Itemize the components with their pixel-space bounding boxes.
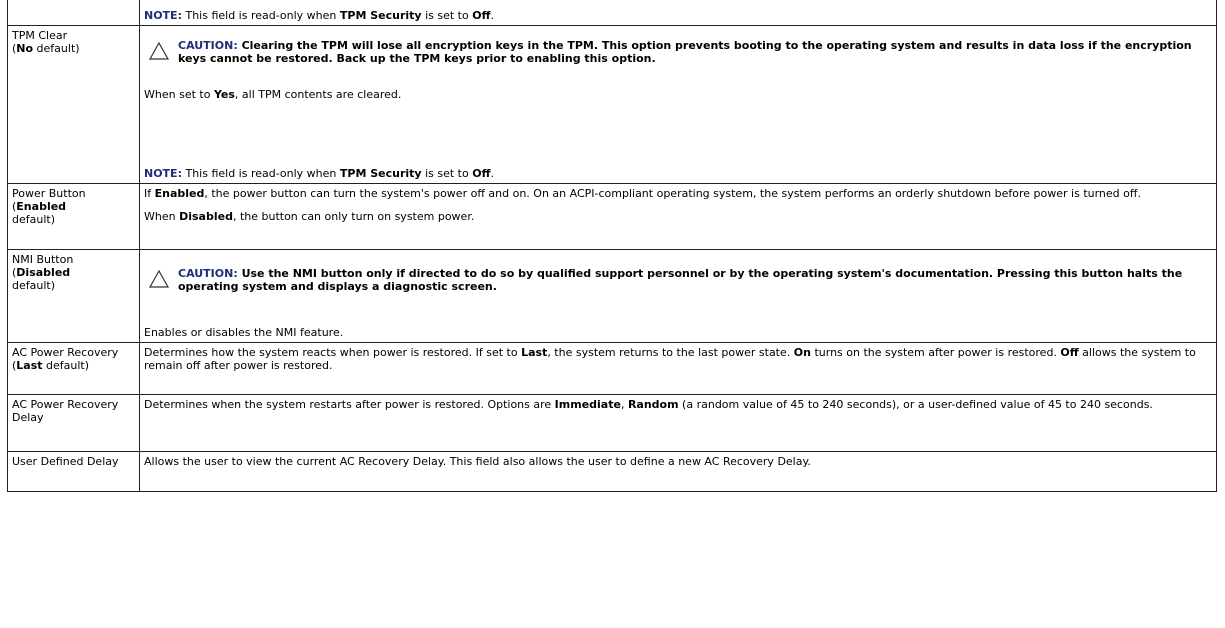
default-suffix: default) bbox=[12, 213, 55, 226]
paragraph: When Disabled, the button can only turn … bbox=[144, 210, 1212, 223]
note-text: . bbox=[490, 9, 495, 22]
option-name: AC Power Recovery Delay bbox=[12, 398, 119, 424]
option-description-cell: Allows the user to view the current AC R… bbox=[139, 451, 1217, 492]
text: , the system returns to the last power s… bbox=[547, 346, 794, 359]
default-suffix: default) bbox=[33, 42, 80, 55]
table-row: Power Button (Enabled default) If Enable… bbox=[7, 183, 1217, 250]
option-name-cell: TPM Clear (No default) bbox=[7, 25, 140, 184]
note-text: This field is read-only when bbox=[181, 9, 340, 22]
option-name-cell: AC Power Recovery Delay bbox=[7, 394, 140, 452]
table-row: AC Power Recovery Delay Determines when … bbox=[7, 394, 1217, 452]
default-suffix: default) bbox=[42, 359, 90, 372]
paragraph: If Enabled, the power button can turn th… bbox=[144, 187, 1212, 200]
note-text: is set to bbox=[421, 167, 473, 180]
note-bold: Off bbox=[472, 167, 491, 180]
caution-body: Clearing the TPM will lose all encryptio… bbox=[178, 39, 1192, 65]
paragraph: When set to Yes, all TPM contents are cl… bbox=[144, 88, 1212, 101]
text-bold: Random bbox=[627, 398, 679, 411]
table-row: NOTE: This field is read-only when TPM S… bbox=[7, 0, 1217, 26]
note-text: . bbox=[490, 167, 495, 180]
option-description-cell: NOTE: This field is read-only when TPM S… bbox=[139, 0, 1217, 26]
text: Determines how the system reacts when po… bbox=[144, 346, 522, 359]
caution-text: CAUTION: Use the NMI button only if dire… bbox=[178, 267, 1212, 293]
caution-block: CAUTION: Use the NMI button only if dire… bbox=[144, 267, 1212, 293]
default-value: No bbox=[16, 42, 34, 55]
text-bold: Yes bbox=[213, 88, 235, 101]
text: Enables or disables the NMI feature. bbox=[144, 326, 344, 339]
caution-triangle-icon bbox=[148, 41, 170, 60]
option-description-cell: Determines when the system restarts afte… bbox=[139, 394, 1217, 452]
note-line: NOTE: This field is read-only when TPM S… bbox=[144, 9, 494, 22]
table-row: TPM Clear (No default) CAUTION: Clearing… bbox=[7, 25, 1217, 184]
caution-text: CAUTION: Clearing the TPM will lose all … bbox=[178, 39, 1212, 65]
text-bold: Enabled bbox=[154, 187, 205, 200]
note-bold: TPM Security bbox=[339, 9, 422, 22]
text: , all TPM contents are cleared. bbox=[234, 88, 402, 101]
text: Allows the user to view the current AC R… bbox=[144, 455, 811, 468]
bios-options-table: NOTE: This field is read-only when TPM S… bbox=[7, 0, 1217, 492]
option-name-cell: Power Button (Enabled default) bbox=[7, 183, 140, 250]
default-suffix: default) bbox=[12, 279, 55, 292]
option-name: User Defined Delay bbox=[12, 455, 119, 468]
caution-body: Use the NMI button only if directed to d… bbox=[178, 267, 1183, 293]
option-name-cell bbox=[7, 0, 140, 26]
note-text: This field is read-only when bbox=[181, 167, 340, 180]
caution-block: CAUTION: Clearing the TPM will lose all … bbox=[144, 39, 1212, 65]
note-bold: TPM Security bbox=[339, 167, 422, 180]
option-name: Power Button bbox=[12, 187, 86, 200]
option-name-cell: NMI Button (Disabled default) bbox=[7, 249, 140, 343]
option-description-cell: CAUTION: Use the NMI button only if dire… bbox=[139, 249, 1217, 343]
text-bold: Off bbox=[1060, 346, 1079, 359]
default-value: Disabled bbox=[16, 266, 71, 279]
option-name-cell: AC Power Recovery (Last default) bbox=[7, 342, 140, 395]
option-name: NMI Button bbox=[12, 253, 74, 266]
text: Determines when the system restarts afte… bbox=[144, 398, 555, 411]
text-bold: Disabled bbox=[179, 210, 233, 223]
default-value: Enabled bbox=[16, 200, 67, 213]
text: (a random value of 45 to 240 seconds), o… bbox=[678, 398, 1153, 411]
table-row: User Defined Delay Allows the user to vi… bbox=[7, 451, 1217, 492]
default-value: Last bbox=[16, 359, 43, 372]
text-bold: On bbox=[793, 346, 811, 359]
text: When bbox=[144, 210, 180, 223]
note-label: NOTE: bbox=[144, 167, 182, 180]
text-bold: Last bbox=[521, 346, 548, 359]
caution-label: CAUTION: bbox=[178, 39, 238, 52]
note-line: NOTE: This field is read-only when TPM S… bbox=[144, 167, 494, 180]
note-label: NOTE: bbox=[144, 9, 182, 22]
option-name: AC Power Recovery bbox=[12, 346, 119, 359]
bios-options-table-container: NOTE: This field is read-only when TPM S… bbox=[7, 0, 1217, 492]
text-bold: Immediate bbox=[554, 398, 621, 411]
text: , bbox=[620, 398, 628, 411]
option-description-cell: Determines how the system reacts when po… bbox=[139, 342, 1217, 395]
paragraph: Enables or disables the NMI feature. bbox=[144, 326, 343, 339]
option-name-cell: User Defined Delay bbox=[7, 451, 140, 492]
table-row: AC Power Recovery (Last default) Determi… bbox=[7, 342, 1217, 395]
text: If bbox=[144, 187, 155, 200]
note-text: is set to bbox=[421, 9, 473, 22]
option-name: TPM Clear bbox=[12, 29, 68, 42]
caution-triangle-icon bbox=[148, 269, 170, 288]
caution-label: CAUTION: bbox=[178, 267, 238, 280]
note-bold: Off bbox=[472, 9, 491, 22]
option-description-cell: If Enabled, the power button can turn th… bbox=[139, 183, 1217, 250]
table-row: NMI Button (Disabled default) CAUTION: U… bbox=[7, 249, 1217, 343]
text: , the power button can turn the system's… bbox=[204, 187, 1141, 200]
text: When set to bbox=[144, 88, 214, 101]
option-description-cell: CAUTION: Clearing the TPM will lose all … bbox=[139, 25, 1217, 184]
text: , the button can only turn on system pow… bbox=[232, 210, 475, 223]
text: turns on the system after power is resto… bbox=[810, 346, 1061, 359]
